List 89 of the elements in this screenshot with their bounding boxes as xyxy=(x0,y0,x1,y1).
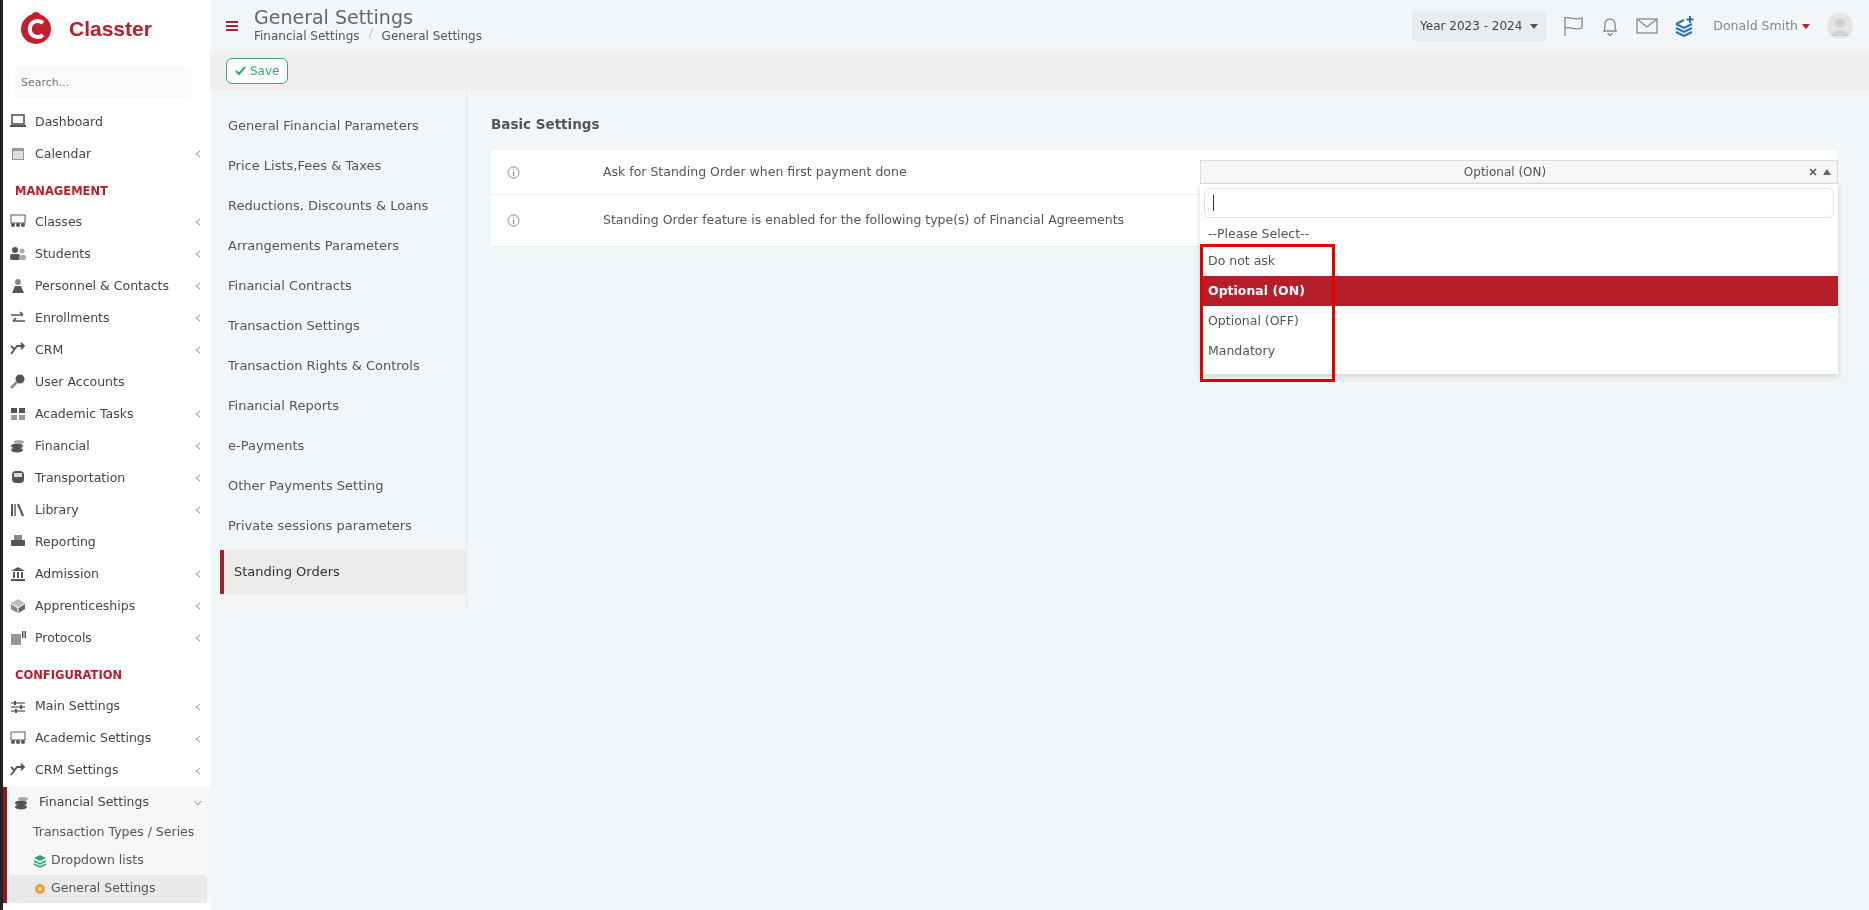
section-heading: MANAGEMENT xyxy=(14,183,109,200)
submenu-item[interactable]: General Settings xyxy=(7,874,207,903)
sidebar-item[interactable]: Apprenticeships xyxy=(3,590,210,623)
page-title: General Settings xyxy=(254,7,414,27)
sidebar-item[interactable]: Dashboard xyxy=(3,106,210,138)
settings-tab[interactable]: Private sessions parameters xyxy=(220,506,466,546)
breadcrumb-link[interactable]: Financial Settings xyxy=(254,26,360,45)
settings-tab[interactable]: e-Payments xyxy=(220,426,466,466)
sidebar-item[interactable]: Classes xyxy=(3,206,210,239)
submenu-item[interactable]: Transaction Types / Series xyxy=(7,818,207,847)
dropdown-option[interactable]: Optional (ON) xyxy=(1200,276,1838,307)
chevron-left-icon xyxy=(194,150,202,158)
caret-up-icon xyxy=(1823,169,1831,176)
sidebar-item[interactable]: Financial Settings xyxy=(7,786,210,819)
layers-plus-icon xyxy=(1674,15,1697,37)
info-icon xyxy=(507,214,520,228)
mail-icon xyxy=(1636,18,1659,34)
sidebar-item[interactable]: Academic Tasks xyxy=(3,398,210,431)
dropdown-option[interactable]: Mandatory xyxy=(1200,336,1838,367)
calendar-icon xyxy=(9,145,27,163)
search-field[interactable]: Search... xyxy=(15,66,191,98)
section-title: Basic Settings xyxy=(491,115,601,134)
settings-tab[interactable]: Price Lists,Fees & Taxes xyxy=(220,146,466,186)
chevron-left-icon xyxy=(194,282,202,291)
gear-icon xyxy=(33,881,47,896)
settings-tab[interactable]: Transaction Rights & Controls xyxy=(220,346,466,386)
building-icon xyxy=(9,565,27,584)
sidebar-item[interactable]: Students xyxy=(3,238,210,271)
text-cursor-icon xyxy=(1213,195,1215,212)
settings-tab[interactable]: Reductions, Discounts & Loans xyxy=(220,186,466,226)
chevron-left-icon xyxy=(194,570,202,579)
check-icon xyxy=(235,66,246,76)
logo-icon xyxy=(19,11,53,47)
sidebar-item[interactable]: CRM xyxy=(3,334,210,367)
layers-icon xyxy=(33,853,47,868)
setting-label: Ask for Standing Order when first payment done xyxy=(603,162,908,181)
sidebar-item[interactable]: Financial xyxy=(3,430,210,463)
chevron-left-icon xyxy=(194,250,202,259)
chevron-left-icon xyxy=(194,602,202,611)
chevron-left-icon xyxy=(194,314,202,323)
dropdown-option[interactable]: Optional (OFF) xyxy=(1200,306,1838,337)
sidebar-item[interactable]: Calendar xyxy=(3,138,210,170)
info-icon xyxy=(507,165,520,179)
sidebar-item[interactable]: Enrollments xyxy=(3,302,210,335)
settings-tab[interactable]: Financial Contracts xyxy=(220,266,466,306)
sidebar-item[interactable]: User Accounts xyxy=(3,366,210,399)
section-heading: CONFIGURATION xyxy=(14,667,124,685)
brand-name: Classter xyxy=(69,16,152,43)
year-dropdown[interactable]: Year 2023 - 2024 xyxy=(1412,11,1547,41)
chevron-left-icon xyxy=(194,346,202,355)
submenu-item[interactable]: Dropdown lists xyxy=(7,846,207,875)
menu-icon xyxy=(226,20,238,32)
settings-tab[interactable]: Financial Reports xyxy=(220,386,466,426)
chevron-left-icon xyxy=(194,634,202,643)
sidebar-item[interactable]: CRM Settings xyxy=(3,754,210,787)
select-field[interactable]: Optional (ON) xyxy=(1200,160,1838,185)
settings-tab[interactable]: Other Payments Setting xyxy=(220,466,466,506)
caret-icon xyxy=(1802,23,1810,29)
settings-tab[interactable]: Standing Orders xyxy=(220,550,466,594)
settings-tab[interactable]: Transaction Settings xyxy=(220,306,466,346)
setting-label: Standing Order feature is enabled for the following type(s) of Financial Agreements xyxy=(603,211,1126,230)
dropdown-search-field[interactable] xyxy=(1204,188,1834,219)
sidebar-item[interactable]: Personnel & Contacts xyxy=(3,270,210,303)
caret-icon xyxy=(1530,23,1539,29)
avatar-icon xyxy=(1827,13,1853,39)
chevron-left-icon xyxy=(194,410,202,419)
sidebar-item[interactable]: Protocols xyxy=(3,622,210,655)
settings-tab[interactable]: General Financial Parameters xyxy=(220,106,466,146)
chevron-down-icon xyxy=(194,798,202,807)
chevron-left-icon xyxy=(194,702,202,711)
chevron-left-icon xyxy=(194,218,202,227)
sidebar-item[interactable]: Main Settings xyxy=(3,690,210,723)
chevron-left-icon xyxy=(194,766,202,775)
flag-icon xyxy=(1562,15,1585,37)
sidebar-item[interactable]: Admission xyxy=(3,558,210,591)
dropdown-option[interactable]: --Please Select-- xyxy=(1200,222,1838,247)
person-icon xyxy=(9,277,27,296)
box-icon xyxy=(9,597,27,616)
chevron-left-icon xyxy=(194,474,202,483)
separator-icon xyxy=(367,26,374,39)
settings-tab[interactable]: Arrangements Parameters xyxy=(220,226,466,266)
sidebar-item[interactable]: Transportation xyxy=(3,462,210,495)
sidebar-item[interactable]: Reporting xyxy=(3,526,210,559)
sidebar-item[interactable]: Academic Settings xyxy=(3,722,210,755)
chevron-left-icon xyxy=(194,442,202,451)
clear-icon xyxy=(1809,168,1817,177)
chevron-left-icon xyxy=(194,506,202,515)
chevron-left-icon xyxy=(194,734,202,743)
sidebar-item[interactable]: Library xyxy=(3,494,210,527)
